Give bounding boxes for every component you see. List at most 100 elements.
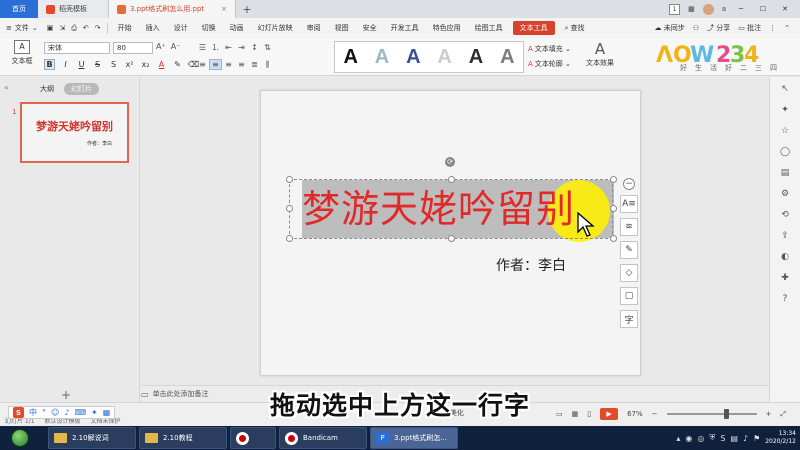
text-style-1[interactable]: A — [343, 46, 357, 69]
tab-slides[interactable]: 幻灯片 — [64, 83, 99, 95]
color-icon[interactable]: ◐ — [781, 252, 789, 262]
underline-button[interactable]: U — [76, 59, 87, 70]
shape-icon[interactable]: ◯ — [780, 147, 790, 157]
text-outline-button[interactable]: A 文本轮廓 ⌄ — [528, 57, 571, 72]
text-style-2[interactable]: A — [375, 46, 389, 69]
text-direction-icon[interactable]: ⇅ — [261, 42, 274, 53]
shadow-button[interactable]: S — [108, 59, 119, 70]
export-icon[interactable]: ⇲ — [56, 24, 68, 32]
menu-view[interactable]: 视图 — [328, 18, 356, 38]
highlight-button[interactable]: ✎ — [172, 59, 183, 70]
tray-input-icon[interactable]: S — [720, 434, 725, 443]
subscript-button[interactable]: x₂ — [140, 59, 151, 70]
columns-icon[interactable]: ⫼ — [261, 59, 274, 70]
taskbar-item-recorder[interactable] — [230, 427, 276, 449]
tray-flag-icon[interactable]: ⚑ — [753, 434, 760, 443]
text-style-gallery[interactable]: A A A A A A — [334, 41, 524, 73]
tray-chevron-icon[interactable]: ▴ — [676, 434, 680, 443]
close-icon[interactable]: × — [221, 5, 227, 13]
taskbar-item-ppt[interactable]: P 3.ppt格式刷怎... — [370, 427, 458, 449]
help-icon[interactable]: ? — [783, 294, 788, 304]
menu-design[interactable]: 设计 — [167, 18, 195, 38]
collapse-panel-icon[interactable]: « — [4, 83, 9, 92]
slide-thumbnail[interactable]: 梦游天姥吟留别 作者：李白 — [20, 102, 129, 163]
gift-icon[interactable]: ✚ — [781, 273, 789, 283]
menu-developer[interactable]: 开发工具 — [384, 18, 426, 38]
bullets-icon[interactable]: ☰ — [196, 42, 209, 53]
collapse-toolbar-icon[interactable]: − — [623, 178, 635, 190]
share-button[interactable]: ⤴ 分享 — [707, 23, 730, 33]
text-style-tool-icon[interactable]: A≡ — [620, 195, 638, 213]
text-tool-icon[interactable]: 字 — [620, 310, 638, 328]
share-panel-icon[interactable]: ⇪ — [781, 231, 789, 241]
tray-security-icon[interactable]: ⛨ — [709, 433, 715, 443]
tab-home[interactable]: 首页 — [0, 0, 38, 18]
text-style-3[interactable]: A — [406, 46, 420, 69]
menu-slideshow[interactable]: 幻灯片放映 — [251, 18, 300, 38]
print-icon[interactable]: ⎙ — [68, 24, 80, 33]
menu-drawing-tools[interactable]: 绘图工具 — [468, 18, 510, 38]
menu-insert[interactable]: 插入 — [139, 18, 167, 38]
font-color-button[interactable]: A — [156, 59, 167, 70]
slide-author[interactable]: 作者：李白 — [496, 255, 566, 275]
distribute-icon[interactable]: ≣ — [248, 59, 261, 70]
resize-handle-e[interactable] — [610, 205, 617, 212]
layout-icon[interactable]: ▦ — [688, 5, 695, 13]
align-right-icon[interactable]: ≡ — [222, 59, 235, 70]
text-effect-button[interactable]: A 文本效果 — [582, 40, 618, 68]
menu-text-tools[interactable]: 文本工具 — [512, 21, 555, 35]
layers-tool-icon[interactable]: ≋ — [620, 218, 638, 236]
maximize-button[interactable]: ☐ — [756, 5, 770, 13]
new-tab-button[interactable]: + — [236, 0, 258, 18]
justify-icon[interactable]: ≡ — [235, 59, 248, 70]
search-button[interactable]: ⌕ 查找 — [558, 18, 592, 38]
start-button[interactable] — [0, 426, 40, 450]
numbering-icon[interactable]: ⒈ — [209, 42, 222, 53]
backup-icon[interactable]: ⟲ — [781, 210, 789, 220]
resize-handle-ne[interactable] — [610, 176, 617, 183]
taskbar-item-folder-1[interactable]: 2.10解说词 — [48, 427, 136, 449]
save-icon[interactable]: ▣ — [44, 24, 57, 32]
textbox-button[interactable]: A 文本框 — [6, 40, 38, 66]
pen-tool-icon[interactable]: ✎ — [620, 241, 638, 259]
transition-icon[interactable]: ▤ — [781, 168, 790, 178]
menu-file[interactable]: ≡ 文件 ⌄ — [0, 23, 44, 33]
italic-button[interactable]: I — [60, 59, 71, 70]
tab-document[interactable]: 3.ppt格式刷怎么用.ppt × — [108, 0, 236, 18]
taskbar-item-bandicam[interactable]: Bandicam — [279, 427, 367, 449]
menu-animation[interactable]: 动画 — [223, 18, 251, 38]
shrink-font-icon[interactable]: A⁻ — [171, 42, 181, 51]
animation-icon[interactable]: ☆ — [781, 126, 789, 136]
cooperate-icon[interactable]: ⚇ — [693, 24, 699, 32]
tab-template[interactable]: 稻壳模板 — [38, 0, 108, 18]
menu-transitions[interactable]: 切换 — [195, 18, 223, 38]
text-style-5[interactable]: A — [469, 46, 483, 69]
comment-button[interactable]: ▭ 批注 — [738, 23, 761, 33]
more-icon[interactable]: ⋮ — [769, 24, 776, 32]
cursor-tool-icon[interactable]: ↖ — [781, 84, 789, 94]
menu-features[interactable]: 特色应用 — [426, 18, 468, 38]
strikethrough-button[interactable]: S — [92, 59, 103, 70]
minimize-button[interactable]: ─ — [734, 5, 748, 13]
increase-indent-icon[interactable]: ⇥ — [235, 42, 248, 53]
undo-icon[interactable]: ↶ — [80, 24, 92, 32]
avatar[interactable] — [702, 3, 714, 15]
taskbar-item-folder-2[interactable]: 2.10教程 — [139, 427, 227, 449]
resize-handle-sw[interactable] — [286, 235, 293, 242]
align-left-icon[interactable]: ≡ — [196, 59, 209, 70]
resize-handle-nw[interactable] — [286, 176, 293, 183]
decrease-indent-icon[interactable]: ⇤ — [222, 42, 235, 53]
clock[interactable]: 13:34 2020/2/12 — [765, 430, 796, 446]
tray-volume-icon[interactable]: ♪ — [743, 434, 748, 443]
tab-outline[interactable]: 大纲 — [40, 84, 54, 94]
property-icon[interactable]: ⚙ — [781, 189, 789, 199]
line-spacing-icon[interactable]: ↕ — [248, 42, 261, 53]
tray-app-icon[interactable]: ◉ — [685, 434, 692, 443]
superscript-button[interactable]: x² — [124, 59, 135, 70]
grow-font-icon[interactable]: A⁺ — [156, 42, 166, 51]
menu-home[interactable]: 开始 — [111, 18, 139, 38]
resize-handle-n[interactable] — [448, 176, 455, 183]
collapse-ribbon-icon[interactable]: ⌃ — [784, 24, 790, 32]
design-icon[interactable]: ✦ — [781, 105, 789, 115]
resize-handle-w[interactable] — [286, 205, 293, 212]
